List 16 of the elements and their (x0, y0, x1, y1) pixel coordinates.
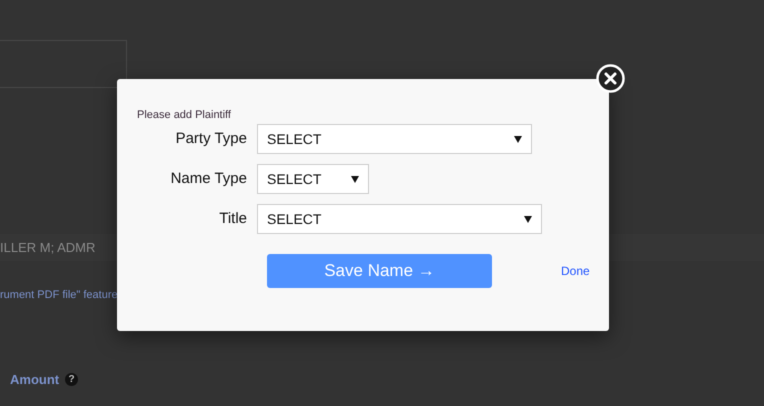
field-label: Title (218, 208, 248, 229)
caret-icon (351, 175, 359, 183)
field-label: Party Type (174, 128, 248, 149)
help-icon: ? (65, 373, 78, 386)
feature-link[interactable]: rument PDF file" feature (0, 286, 118, 304)
close-icon[interactable] (596, 64, 625, 93)
caret-icon (524, 215, 532, 223)
dialog-heading: Please add Plaintiff (137, 108, 232, 122)
caret-icon (514, 135, 522, 143)
column-header: Amount (10, 371, 60, 389)
select-field[interactable]: SELECT (257, 124, 532, 154)
select-field[interactable]: SELECT (257, 164, 369, 194)
table-cell-text: ILLER M; ADMR (0, 238, 96, 257)
field-label: Name Type (170, 168, 248, 189)
select-field[interactable]: SELECT (257, 204, 542, 234)
done-link[interactable]: Done (561, 262, 590, 280)
